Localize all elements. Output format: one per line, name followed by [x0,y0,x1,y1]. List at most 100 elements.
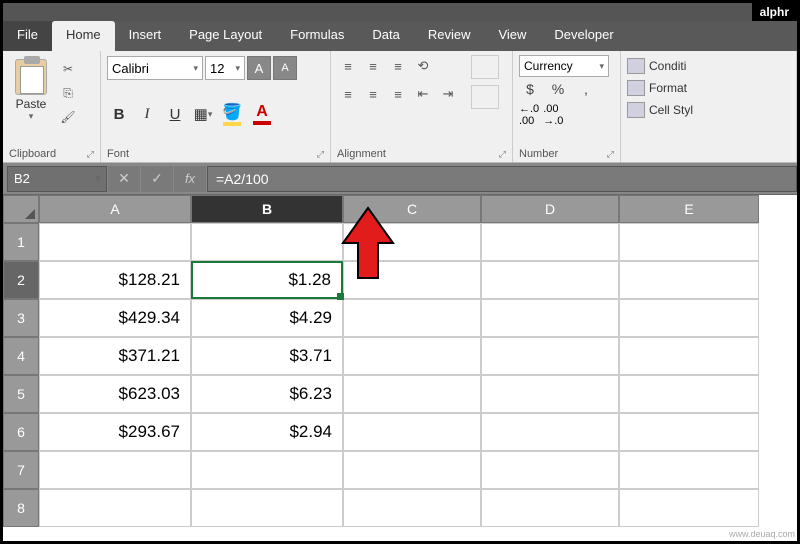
cell[interactable] [191,489,343,527]
tab-view[interactable]: View [484,21,540,51]
increase-font-button[interactable]: A [247,56,271,80]
row-header[interactable]: 2 [3,261,39,299]
cell[interactable]: $1.28 [191,261,343,299]
column-header-e[interactable]: E [619,195,759,223]
tab-developer[interactable]: Developer [540,21,627,51]
column-header-c[interactable]: C [343,195,481,223]
cell[interactable] [481,489,619,527]
cell[interactable] [481,223,619,261]
name-box[interactable]: B2▾ [7,166,107,192]
cell[interactable] [481,451,619,489]
row-header[interactable]: 6 [3,413,39,451]
row-header[interactable]: 7 [3,451,39,489]
column-header-d[interactable]: D [481,195,619,223]
format-painter-button[interactable]: 🖌 [57,107,79,127]
decrease-decimal-button[interactable]: .00→.0 [543,103,563,127]
font-size-select[interactable]: 12▾ [205,56,245,80]
cell[interactable] [343,299,481,337]
row-header[interactable]: 4 [3,337,39,375]
cell[interactable] [39,223,191,261]
cell[interactable] [619,375,759,413]
increase-decimal-button[interactable]: ←.0.00 [519,103,539,127]
cell[interactable] [481,299,619,337]
cell[interactable] [39,451,191,489]
cell[interactable] [343,413,481,451]
font-color-button[interactable]: A [249,103,275,125]
cell[interactable] [619,299,759,337]
enter-formula-button[interactable]: ✓ [141,166,173,192]
cell[interactable] [619,223,759,261]
cell[interactable] [619,451,759,489]
decrease-indent-button[interactable]: ⇤ [412,83,434,105]
tab-page-layout[interactable]: Page Layout [175,21,276,51]
number-launcher[interactable]: ⤢ [607,149,614,160]
align-right-button[interactable]: ≡ [387,83,409,105]
font-launcher[interactable]: ⤢ [317,149,324,160]
format-as-table-button[interactable]: Format [627,77,790,99]
cell[interactable] [39,489,191,527]
column-header-a[interactable]: A [39,195,191,223]
tab-file[interactable]: File [3,21,52,51]
wrap-text-button[interactable] [471,55,499,79]
cell[interactable] [619,489,759,527]
cell[interactable] [343,223,481,261]
row-header[interactable]: 8 [3,489,39,527]
cell[interactable] [481,261,619,299]
cell[interactable] [481,375,619,413]
cell[interactable]: $6.23 [191,375,343,413]
cut-button[interactable]: ✂ [57,59,79,79]
italic-button[interactable]: I [135,102,159,126]
accounting-format-button[interactable]: $ [519,81,541,97]
fill-color-button[interactable]: 🪣 [219,102,245,126]
cell[interactable]: $128.21 [39,261,191,299]
increase-indent-button[interactable]: ⇥ [437,83,459,105]
cell[interactable] [481,413,619,451]
cell[interactable] [619,413,759,451]
tab-data[interactable]: Data [358,21,413,51]
tab-review[interactable]: Review [414,21,485,51]
alignment-launcher[interactable]: ⤢ [499,149,506,160]
row-header[interactable]: 3 [3,299,39,337]
conditional-formatting-button[interactable]: Conditi [627,55,790,77]
decrease-font-button[interactable]: A [273,56,297,80]
align-center-button[interactable]: ≡ [362,83,384,105]
align-top-button[interactable]: ≡ [337,55,359,77]
cancel-formula-button[interactable]: ✕ [108,166,140,192]
clipboard-launcher[interactable]: ⤢ [87,149,94,160]
cell[interactable]: $371.21 [39,337,191,375]
cell[interactable] [343,451,481,489]
cell[interactable]: $293.67 [39,413,191,451]
insert-function-button[interactable]: fx [174,166,206,192]
cell[interactable]: $623.03 [39,375,191,413]
percent-format-button[interactable]: % [547,81,569,97]
cell[interactable]: $429.34 [39,299,191,337]
font-name-select[interactable]: Calibri▾ [107,56,203,80]
select-all-corner[interactable] [3,195,39,223]
cell[interactable] [619,261,759,299]
orientation-button[interactable]: ⟲ [412,55,434,77]
paste-button[interactable]: Paste ▾ [9,55,53,146]
cell[interactable] [619,337,759,375]
merge-center-button[interactable] [471,85,499,109]
align-left-button[interactable]: ≡ [337,83,359,105]
cell[interactable] [191,223,343,261]
cell-styles-button[interactable]: Cell Styl [627,99,790,121]
cell[interactable] [343,489,481,527]
cell[interactable]: $2.94 [191,413,343,451]
tab-home[interactable]: Home [52,21,115,51]
cell[interactable] [343,337,481,375]
cell[interactable] [343,261,481,299]
align-middle-button[interactable]: ≡ [362,55,384,77]
column-header-b[interactable]: B [191,195,343,223]
bold-button[interactable]: B [107,102,131,126]
cell[interactable] [191,451,343,489]
formula-input[interactable]: =A2/100 [207,166,797,192]
tab-insert[interactable]: Insert [115,21,176,51]
copy-button[interactable]: ⎘ [57,83,79,103]
cell[interactable]: $3.71 [191,337,343,375]
cell[interactable] [481,337,619,375]
align-bottom-button[interactable]: ≡ [387,55,409,77]
tab-formulas[interactable]: Formulas [276,21,358,51]
cell[interactable]: $4.29 [191,299,343,337]
underline-button[interactable]: U [163,102,187,126]
